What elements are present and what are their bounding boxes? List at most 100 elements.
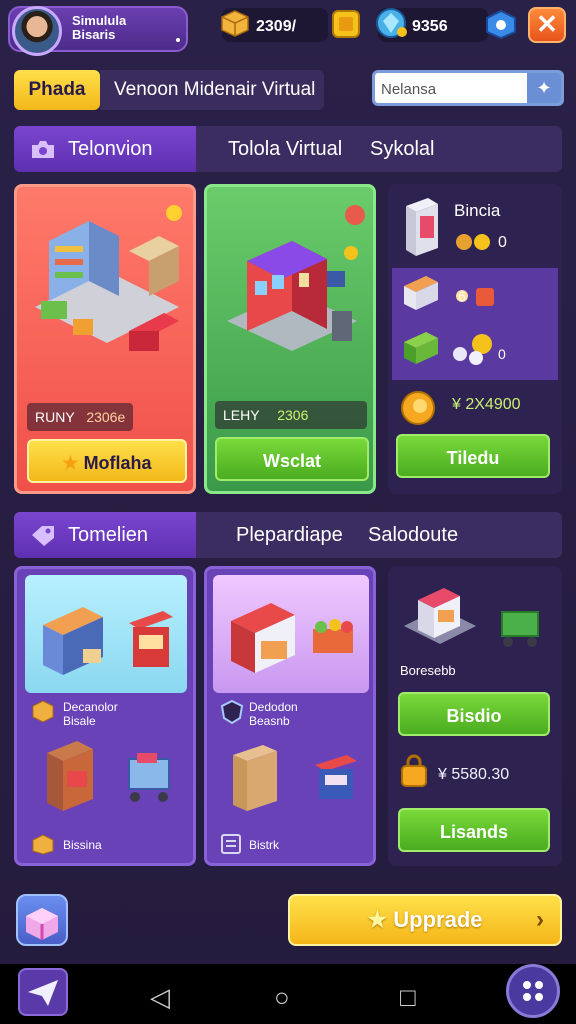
store-card-2[interactable]: LEHY 2306 Wsclat xyxy=(204,184,376,494)
supermarket-illustration xyxy=(35,205,182,351)
profile-name-line2: Bisaris xyxy=(72,27,116,42)
back-nav-icon[interactable]: ◁ xyxy=(150,982,170,1013)
star-icon: ★ xyxy=(367,907,388,932)
search-button[interactable]: ✦ xyxy=(527,73,561,103)
section2-tab-label: Tomelien xyxy=(68,524,149,546)
section1-col3-label[interactable]: Sykolal xyxy=(370,126,434,172)
shop-front-illustration xyxy=(43,607,173,675)
product-card-2[interactable]: Dedodon Beasnb Bistrk xyxy=(204,566,376,866)
category-tag[interactable]: Phada xyxy=(14,70,100,110)
shop-stall-icon xyxy=(404,276,438,310)
camera-icon xyxy=(32,141,54,158)
recent-apps-icon[interactable]: □ xyxy=(400,982,416,1013)
trophy-icon xyxy=(453,334,492,365)
section1-header: Telonvion Tolola Virtual Sykolal xyxy=(14,126,562,172)
section2-col3-label[interactable]: Salodoute xyxy=(368,512,458,558)
price-label: RUNY xyxy=(35,409,75,425)
section2-header: Tomelien Plepardiape Salodoute xyxy=(14,512,562,558)
section2-col2-label[interactable]: Plepardiape xyxy=(236,512,343,558)
product1-info-line2: Bisale xyxy=(63,714,96,728)
profile-card[interactable]: Simulula Bisaris xyxy=(8,6,188,56)
card3-title: Boresebb xyxy=(400,663,456,678)
vending-machine-icon xyxy=(406,198,438,256)
cube-icon[interactable] xyxy=(484,8,518,40)
home-nav-icon[interactable]: ○ xyxy=(274,982,290,1013)
upgrade-label: Upprade xyxy=(393,907,483,932)
price-strip: RUNY 2306e xyxy=(27,403,133,431)
box-icon xyxy=(32,834,54,855)
price-value: 2306 xyxy=(277,407,309,423)
shield-icon xyxy=(220,699,244,725)
upgrade-button[interactable]: ★ Upprade › xyxy=(288,894,562,946)
shop-token-icon[interactable] xyxy=(330,8,362,40)
section1-tab[interactable]: Telonvion xyxy=(14,126,196,172)
avatar[interactable] xyxy=(12,6,62,56)
product2-info-line2: Beasnb xyxy=(249,714,290,728)
price-strip: LEHY 2306 xyxy=(215,401,367,429)
section1-tab-label: Telonvion xyxy=(68,138,153,160)
document-icon xyxy=(221,834,241,854)
app-shortcut-button[interactable] xyxy=(18,968,68,1016)
store-card-3[interactable]: Bincia 0 6 0 ¥ 2X4900 Tiledu xyxy=(388,184,562,494)
star-icon: ★ xyxy=(62,453,79,473)
store-building-illustration xyxy=(227,205,365,351)
product1-info-line1: Decanolor xyxy=(63,700,118,714)
top-bar: Simulula Bisaris 2309/ 9356 ✕ xyxy=(0,0,576,56)
card3-coin-value: ¥ 5580.30 xyxy=(438,766,510,783)
gift-button[interactable] xyxy=(16,894,68,946)
page-title: Venoon Midenair Virtual xyxy=(100,70,324,110)
close-icon: ✕ xyxy=(536,9,558,39)
card3-coin-value: ¥ 2X4900 xyxy=(452,396,521,413)
profile-name-line1: Simulula xyxy=(72,13,127,28)
card3-primary-button[interactable]: Bisdio xyxy=(398,692,550,736)
product2-footer: Bistrk xyxy=(249,838,279,852)
market-stall-illustration xyxy=(231,603,353,673)
crate-icon xyxy=(221,10,249,37)
card3-action-button[interactable]: Tiledu xyxy=(396,434,550,478)
menu-grid-button[interactable] xyxy=(506,964,560,1018)
profile-indicator xyxy=(176,38,180,42)
chevron-right-icon: › xyxy=(536,906,544,933)
crate-and-kiosk-illustration xyxy=(233,745,357,811)
box-count: 2309/ xyxy=(256,18,297,35)
card3-secondary-button[interactable]: Lisands xyxy=(398,808,550,852)
product-card-3[interactable]: Boresebb Bisdio ¥ 5580.30 Lisands xyxy=(388,566,562,866)
gift-box-icon xyxy=(26,908,58,940)
section2-tab[interactable]: Tomelien xyxy=(14,512,196,558)
card2-action-button[interactable]: Wsclat xyxy=(215,437,369,481)
tag-icon xyxy=(32,526,54,546)
paper-plane-icon xyxy=(28,980,58,1006)
gem-count: 9356 xyxy=(412,18,448,35)
storefront-and-cart-illustration xyxy=(47,741,170,811)
card3-row2-value: 6 xyxy=(458,288,466,304)
system-nav-bar: ◁ ○ □ xyxy=(0,964,576,1024)
card3-title: Bincia xyxy=(454,201,501,220)
profile-name: Simulula Bisaris xyxy=(72,14,172,42)
price-value: 2306e xyxy=(86,409,126,425)
produce-crate-icon xyxy=(404,332,438,364)
padlock-coin-icon xyxy=(401,754,427,787)
section1-header-bar: Tolola Virtual Sykolal xyxy=(196,126,562,172)
search-input[interactable] xyxy=(381,77,529,101)
card3-row1-value: 0 xyxy=(498,234,507,251)
coins-icon xyxy=(456,234,490,250)
product2-info-line1: Dedodon xyxy=(249,700,298,714)
shop-and-cart-illustration xyxy=(404,588,539,647)
product-card-1[interactable]: Decanolor Bisale Bissina xyxy=(14,566,196,866)
section2-header-bar: Plepardiape Salodoute xyxy=(196,512,562,558)
store-card-1[interactable]: RUNY 2306e ★ Moflaha xyxy=(14,184,196,494)
gem-icon xyxy=(376,8,407,38)
grid-icon xyxy=(523,981,543,1001)
package-icon xyxy=(32,700,54,723)
product1-footer: Bissina xyxy=(63,838,102,852)
card3-row3-value: 0 xyxy=(498,346,506,362)
price-label: LEHY xyxy=(223,407,260,423)
card-image xyxy=(213,575,369,693)
card1-button-label: Moflaha xyxy=(83,453,152,473)
search-box[interactable]: ✦ xyxy=(372,70,564,106)
close-button[interactable]: ✕ xyxy=(528,7,566,43)
card-image xyxy=(25,575,187,693)
section1-col2-label[interactable]: Tolola Virtual xyxy=(228,126,342,172)
card1-action-button[interactable]: ★ Moflaha xyxy=(27,439,187,483)
coin-bag-icon xyxy=(401,391,435,425)
